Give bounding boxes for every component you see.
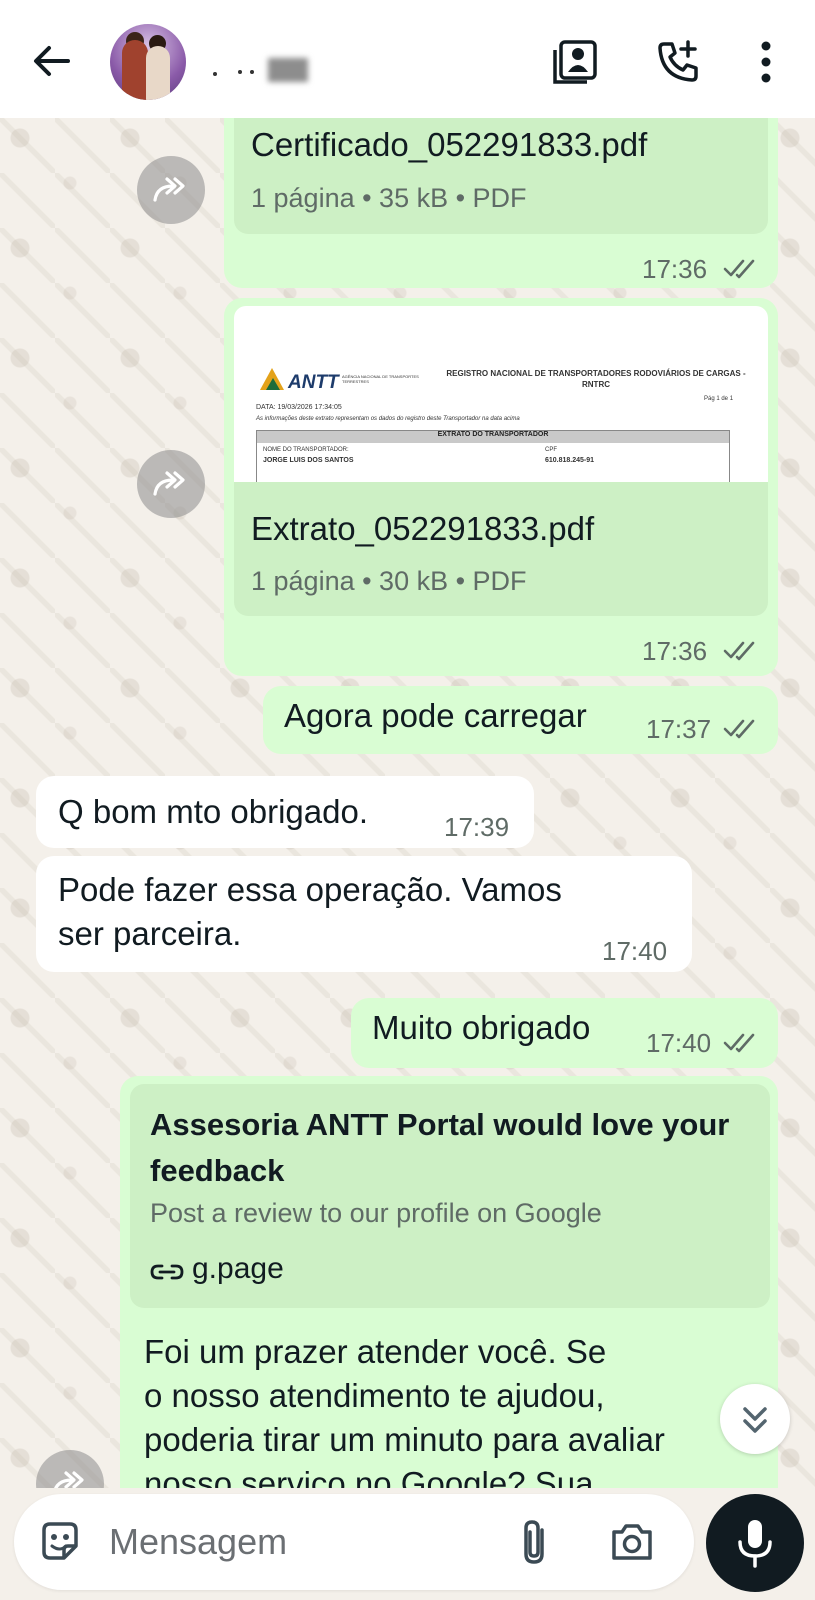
document-file-name: Extrato_052291833.pdf [251,510,595,547]
double-chevron-down-icon [743,1407,767,1433]
contact-card-icon [553,40,597,84]
document-file-name: Certificado_052291833.pdf [251,126,648,163]
attach-icon [524,1520,544,1564]
message-time: 17:40 [602,936,668,966]
message-text-line: Pode fazer essa operação. Vamos [58,871,562,908]
preview-logo: ANTT [288,372,339,393]
message-text: Muito obrigado [372,1009,591,1046]
document-preview[interactable]: ANTT AGÊNCIA NACIONAL DE TRANSPORTES TER… [234,306,768,482]
voice-record-button[interactable] [706,1494,804,1592]
message-text: Q bom mto obrigado. [58,793,368,830]
camera-button[interactable] [608,1518,656,1566]
back-arrow-icon [34,46,70,76]
message-text-line: ser parceira. [58,915,242,952]
message-time: 17:36 [642,254,708,284]
preview-value-cpf: 610.818.245-91 [545,457,595,464]
message-text: Agora pode carregar [284,697,587,734]
message-time: 17:39 [444,812,510,842]
preview-title: REGISTRO NACIONAL DE TRANSPORTADORES ROD… [446,369,746,389]
attach-button[interactable] [514,1516,554,1568]
back-button[interactable] [28,38,74,84]
forward-icon [153,177,185,202]
link-preview-card[interactable]: Assesoria ANTT Portal would love your fe… [130,1084,770,1308]
add-call-button[interactable] [652,36,704,88]
mic-icon [738,1520,772,1568]
message-time: 17:40 [646,1028,712,1058]
contact-name-redacted[interactable] [212,66,272,76]
message-text-line: Foi um prazer atender você. Se [144,1333,607,1370]
document-meta: 1 página • 35 kB • PDF [251,183,527,213]
more-vert-icon [761,41,771,83]
link-preview-url[interactable]: g.page [192,1252,284,1286]
contact-name-blur [268,58,308,82]
preview-date: DATA: 19/03/2026 17:34:05 [256,404,342,411]
read-ticks-icon [723,719,755,739]
forward-icon [153,471,185,496]
forward-button[interactable] [137,156,205,224]
sticker-button[interactable] [36,1518,84,1566]
link-preview-title: Assesoria ANTT Portal would love your fe… [150,1107,730,1188]
message-text-line: o nosso atendimento te ajudou, [144,1377,605,1414]
link-preview-description: Post a review to our profile on Google [150,1198,602,1228]
sticker-icon [42,1522,78,1560]
message-time: 17:36 [642,636,708,666]
forward-button[interactable] [137,450,205,518]
more-options-button[interactable] [740,36,792,88]
read-ticks-icon [723,1033,755,1053]
message-composer [14,1494,694,1590]
scroll-to-bottom-button[interactable] [720,1384,790,1454]
contact-card-button[interactable] [549,36,601,88]
message-text-line: poderia tirar um minuto para avaliar [144,1421,665,1458]
preview-logo-sub: AGÊNCIA NACIONAL DE TRANSPORTES TERRESTR… [342,374,419,384]
link-icon [150,1264,184,1280]
preview-page: Pág 1 de 1 [704,396,734,402]
document-meta: 1 página • 30 kB • PDF [251,566,527,596]
preview-table: EXTRATO DO TRANSPORTADOR NOME DO TRANSPO… [256,430,730,482]
read-ticks-icon [723,641,755,661]
preview-note: As informações deste extrato representam… [256,416,520,422]
preview-label-cpf: CPF [545,447,557,453]
read-ticks-icon [723,259,755,279]
preview-table-header: EXTRATO DO TRANSPORTADOR [257,431,729,443]
preview-label-name: NOME DO TRANSPORTADOR: [263,447,349,453]
add-call-icon [658,40,698,82]
chat-header: · [0,0,815,118]
message-input[interactable] [109,1516,489,1568]
contact-avatar[interactable] [110,24,186,100]
message-time: 17:37 [646,714,712,744]
camera-icon [612,1524,652,1560]
preview-value-name: JORGE LUIS DOS SANTOS [263,457,354,464]
